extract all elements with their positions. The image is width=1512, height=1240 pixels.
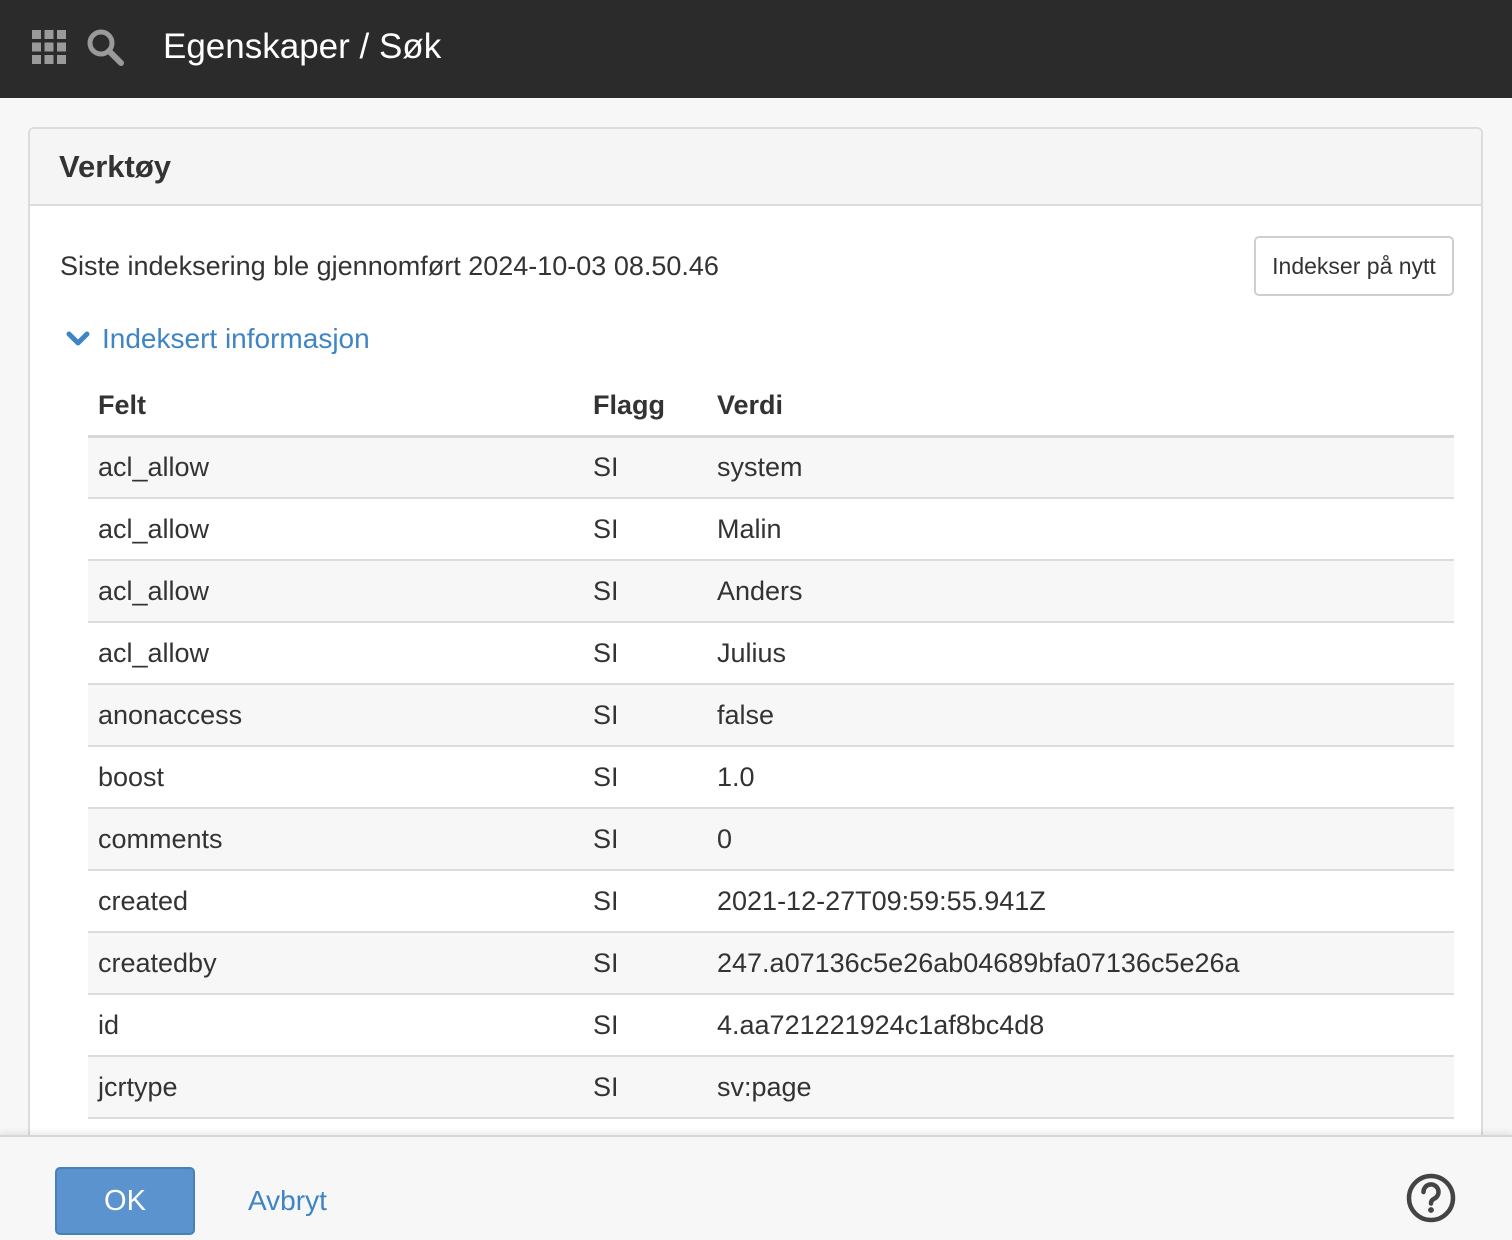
cell-flagg: SI xyxy=(583,1056,707,1119)
cell-flagg: SI xyxy=(583,560,707,623)
cell-felt: comments xyxy=(88,808,583,871)
cell-flagg: SI xyxy=(583,746,707,809)
cell-flagg: SI xyxy=(583,994,707,1057)
cell-felt: acl_allow xyxy=(88,436,583,499)
cell-verdi: Julius xyxy=(707,622,1454,685)
apps-grid-icon[interactable] xyxy=(32,30,66,64)
table-row: acl_allow SI Anders xyxy=(88,560,1454,623)
cell-flagg: SI xyxy=(583,498,707,561)
index-status-text: Siste indeksering ble gjennomført 2024-1… xyxy=(60,251,719,281)
cell-felt: acl_allow xyxy=(88,498,583,561)
cell-felt: id xyxy=(88,994,583,1057)
cell-felt: createdby xyxy=(88,932,583,995)
page-title: Egenskaper / Søk xyxy=(163,27,442,66)
cell-verdi: Anders xyxy=(707,560,1454,623)
cell-felt: acl_allow xyxy=(88,560,583,623)
table-header-row: Felt Flagg Verdi xyxy=(88,376,1454,438)
cell-verdi: 247.a07136c5e26ab04689bfa07136c5e26a xyxy=(707,932,1454,995)
cell-verdi: sv:page xyxy=(707,1056,1454,1119)
column-header-felt: Felt xyxy=(88,376,583,438)
cell-verdi: 0 xyxy=(707,808,1454,871)
indexed-info-table: Felt Flagg Verdi acl_allow SI system acl_al… xyxy=(88,376,1454,1119)
table-row: id SI 4.aa721221924c1af8bc4d8 xyxy=(88,994,1454,1057)
cell-verdi: 1.0 xyxy=(707,746,1454,809)
cell-flagg: SI xyxy=(583,436,707,499)
cancel-link[interactable]: Avbryt xyxy=(248,1185,327,1217)
cell-verdi: 4.aa721221924c1af8bc4d8 xyxy=(707,994,1454,1057)
column-header-verdi: Verdi xyxy=(707,376,1454,438)
cell-verdi: Malin xyxy=(707,498,1454,561)
ok-button[interactable]: OK xyxy=(55,1167,195,1235)
table-row: jcrtype SI sv:page xyxy=(88,1056,1454,1119)
reindex-button[interactable]: Indekser på nytt xyxy=(1254,236,1454,296)
cell-verdi: false xyxy=(707,684,1454,747)
cell-flagg: SI xyxy=(583,870,707,933)
cell-felt: anonaccess xyxy=(88,684,583,747)
cell-flagg: SI xyxy=(583,684,707,747)
help-circle-icon[interactable] xyxy=(1405,1172,1457,1224)
table-row: acl_allow SI system xyxy=(88,436,1454,499)
table-row: createdby SI 247.a07136c5e26ab04689bfa0713… xyxy=(88,932,1454,995)
cell-flagg: SI xyxy=(583,932,707,995)
cell-verdi: system xyxy=(707,436,1454,499)
indexed-info-label: Indeksert informasjon xyxy=(102,323,370,354)
top-bar: Egenskaper / Søk xyxy=(0,0,1512,98)
tools-panel: Verktøy Siste indeksering ble gjennomfør… xyxy=(28,127,1483,1157)
cell-flagg: SI xyxy=(583,808,707,871)
table-row: anonaccess SI false xyxy=(88,684,1454,747)
column-header-flagg: Flagg xyxy=(583,376,707,438)
cell-felt: created xyxy=(88,870,583,933)
chevron-down-icon xyxy=(66,331,90,346)
cell-felt: boost xyxy=(88,746,583,809)
panel-header: Verktøy xyxy=(30,129,1481,206)
cell-felt: jcrtype xyxy=(88,1056,583,1119)
table-row: acl_allow SI Malin xyxy=(88,498,1454,561)
cell-verdi: 2021-12-27T09:59:55.941Z xyxy=(707,870,1454,933)
table-row: comments SI 0 xyxy=(88,808,1454,871)
search-icon[interactable] xyxy=(86,28,124,66)
dialog-footer: OK Avbryt xyxy=(0,1135,1512,1240)
panel-title: Verktøy xyxy=(59,148,172,184)
cell-felt: acl_allow xyxy=(88,622,583,685)
table-row: acl_allow SI Julius xyxy=(88,622,1454,685)
indexed-info-toggle[interactable]: Indeksert informasjon xyxy=(66,323,370,355)
cell-flagg: SI xyxy=(583,622,707,685)
table-row: boost SI 1.0 xyxy=(88,746,1454,809)
table-row: created SI 2021-12-27T09:59:55.941Z xyxy=(88,870,1454,933)
